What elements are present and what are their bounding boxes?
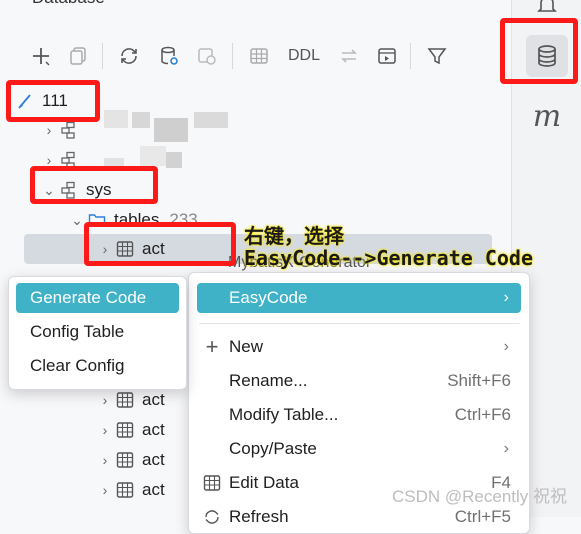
panel-title: Database — [32, 0, 105, 8]
chevron-down-icon: ⌄ — [71, 211, 83, 228]
tree-connection-111[interactable]: 111 — [14, 86, 68, 116]
chevron-right-icon: › — [46, 152, 52, 168]
chevron-down-icon: ⌄ — [43, 181, 55, 198]
chevron-right-icon: › — [102, 422, 108, 438]
chevron-right-icon: › — [102, 241, 108, 257]
table-icon — [114, 238, 136, 260]
watermark: CSDN @Recently 祝祝 — [391, 487, 567, 506]
database-toolbar: DDL — [0, 36, 505, 76]
table-icon — [114, 419, 136, 441]
grid-icon — [201, 474, 223, 492]
chevron-right-icon: › — [503, 289, 509, 306]
menu-item-rename[interactable]: Rename... Shift+F6 — [197, 366, 521, 396]
chevron-right-icon: › — [503, 440, 509, 457]
filter-icon[interactable] — [422, 36, 452, 76]
table-label: act — [142, 390, 165, 409]
add-icon[interactable] — [26, 36, 56, 76]
folder-label: tables — [114, 210, 160, 229]
easycode-submenu: Generate Code Config Table Clear Config — [8, 276, 187, 390]
table-label: act — [142, 450, 165, 469]
tables-count: 233 — [169, 210, 198, 229]
table-label: act — [142, 239, 165, 258]
db-settings-icon[interactable] — [154, 36, 184, 76]
refresh-icon[interactable] — [114, 36, 144, 76]
tree-schema-hidden-1[interactable]: › — [40, 115, 86, 145]
chevron-right-icon: › — [102, 392, 108, 408]
bell-icon[interactable] — [526, 0, 568, 26]
tree-folder-tables[interactable]: ⌄ tables 233 — [68, 205, 198, 235]
table-icon — [114, 449, 136, 471]
jump-icon[interactable] — [192, 36, 222, 76]
compare-icon[interactable] — [334, 36, 364, 76]
table-icon — [114, 389, 136, 411]
chevron-right-icon: › — [102, 482, 108, 498]
ddl-button[interactable]: DDL — [288, 36, 320, 76]
tree-table-row[interactable]: › act — [96, 445, 165, 475]
menu-item-copy-paste[interactable]: Copy/Paste › — [197, 434, 521, 464]
tree-table-row[interactable]: › act — [96, 415, 165, 445]
connection-icon — [14, 90, 36, 112]
submenu-item-clear-config[interactable]: Clear Config — [16, 351, 179, 381]
chevron-right-icon: › — [503, 338, 509, 355]
plus-icon: + — [205, 334, 219, 359]
submenu-item-generate-code[interactable]: Generate Code — [16, 283, 179, 313]
schema-icon — [58, 119, 80, 141]
database-icon[interactable] — [526, 35, 568, 77]
schema-icon — [58, 149, 80, 171]
refresh-icon — [201, 508, 223, 526]
annotation-line2: EasyCode-->Generate Code — [244, 246, 533, 270]
submenu-item-config-table[interactable]: Config Table — [16, 317, 179, 347]
chevron-right-icon: › — [102, 452, 108, 468]
menu-item-modify-table[interactable]: Modify Table... Ctrl+F6 — [197, 400, 521, 430]
table-label: act — [142, 420, 165, 439]
schema-label: sys — [86, 180, 112, 199]
console-icon[interactable] — [372, 36, 402, 76]
tree-table-row[interactable]: › act — [96, 475, 165, 505]
tree-schema-sys[interactable]: ⌄ sys — [40, 175, 112, 205]
table-label: act — [142, 480, 165, 499]
table-icon[interactable] — [244, 36, 274, 76]
connection-label: 111 — [42, 91, 68, 110]
folder-icon — [86, 209, 108, 231]
menu-item-new[interactable]: + New › — [197, 332, 521, 362]
annotation-line1: 右键，选择 — [244, 224, 344, 248]
tree-schema-hidden-2[interactable]: › — [40, 145, 86, 175]
table-icon — [114, 479, 136, 501]
copy-icon[interactable] — [64, 36, 94, 76]
menu-item-easycode[interactable]: EasyCode › — [197, 283, 521, 313]
schema-icon — [58, 179, 80, 201]
chevron-right-icon: › — [46, 122, 52, 138]
mybatis-m-button[interactable]: m — [526, 95, 568, 137]
